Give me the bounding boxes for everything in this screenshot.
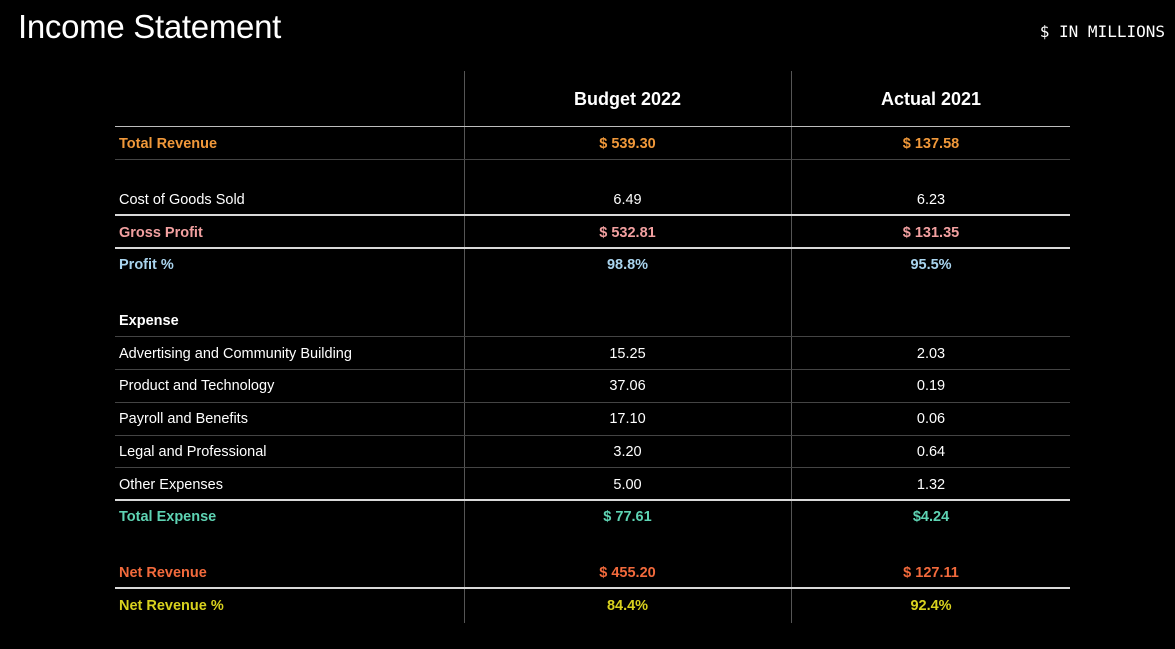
row-divider: [115, 587, 1070, 589]
cogs-budget: 6.49: [613, 192, 642, 208]
gross-profit-budget: $ 532.81: [599, 225, 656, 241]
units-label: $ IN MILLIONS: [1039, 22, 1165, 41]
advertising-actual: 2.03: [916, 346, 946, 362]
net-revenue-pct-actual: 92.4%: [910, 598, 952, 614]
income-statement-table: Budget 2022 Actual 2021 Total Revenue $ …: [115, 71, 1070, 623]
legal-actual: 0.64: [916, 444, 946, 460]
row-label-net-revenue-pct: Net Revenue %: [119, 598, 224, 614]
net-revenue-actual: $ 127.11: [903, 565, 959, 581]
row-label-profit-pct: Profit %: [119, 257, 174, 273]
row-divider: [115, 369, 1070, 370]
total-expense-budget: $ 77.61: [603, 509, 652, 525]
row-label-cogs: Cost of Goods Sold: [119, 192, 245, 208]
total-revenue-budget: $ 539.30: [599, 136, 656, 152]
payroll-budget: 17.10: [609, 411, 646, 427]
row-divider: [115, 467, 1070, 468]
section-heading-expense: Expense: [119, 313, 179, 329]
net-revenue-pct-budget: 84.4%: [606, 598, 649, 614]
total-expense-actual: $4.24: [912, 509, 950, 525]
row-label-net-revenue: Net Revenue: [119, 565, 207, 581]
row-divider: [115, 435, 1070, 436]
row-divider: [115, 214, 1070, 216]
row-divider: [115, 126, 1070, 127]
product-technology-budget: 37.06: [609, 378, 646, 394]
other-expenses-budget: 5.00: [613, 477, 642, 493]
cogs-actual: 6.23: [916, 192, 946, 208]
payroll-actual: 0.06: [916, 411, 946, 427]
total-revenue-actual: $ 137.58: [902, 136, 960, 152]
row-label-advertising: Advertising and Community Building: [119, 346, 352, 362]
profit-pct-budget: 98.8%: [606, 257, 649, 273]
row-divider: [115, 402, 1070, 403]
row-divider: [115, 336, 1070, 337]
net-revenue-budget: $ 455.20: [599, 565, 656, 581]
row-label-other-expenses: Other Expenses: [119, 477, 223, 493]
row-divider: [115, 247, 1070, 249]
row-divider: [115, 159, 1070, 160]
row-label-total-revenue: Total Revenue: [119, 136, 218, 152]
row-label-total-expense: Total Expense: [119, 509, 217, 525]
row-divider: [115, 499, 1070, 501]
row-label-payroll: Payroll and Benefits: [119, 411, 248, 427]
column-header-actual: Actual 2021: [880, 89, 982, 109]
column-header-budget: Budget 2022: [573, 89, 682, 109]
product-technology-actual: 0.19: [916, 378, 946, 394]
gross-profit-actual: $ 131.35: [902, 225, 960, 241]
row-label-legal: Legal and Professional: [119, 444, 267, 460]
page-title: Income Statement: [18, 8, 282, 45]
other-expenses-actual: 1.32: [916, 477, 946, 493]
row-label-gross-profit: Gross Profit: [119, 225, 203, 241]
row-label-product-technology: Product and Technology: [119, 378, 275, 394]
advertising-budget: 15.25: [609, 346, 646, 362]
profit-pct-actual: 95.5%: [910, 257, 952, 273]
legal-budget: 3.20: [613, 444, 642, 460]
